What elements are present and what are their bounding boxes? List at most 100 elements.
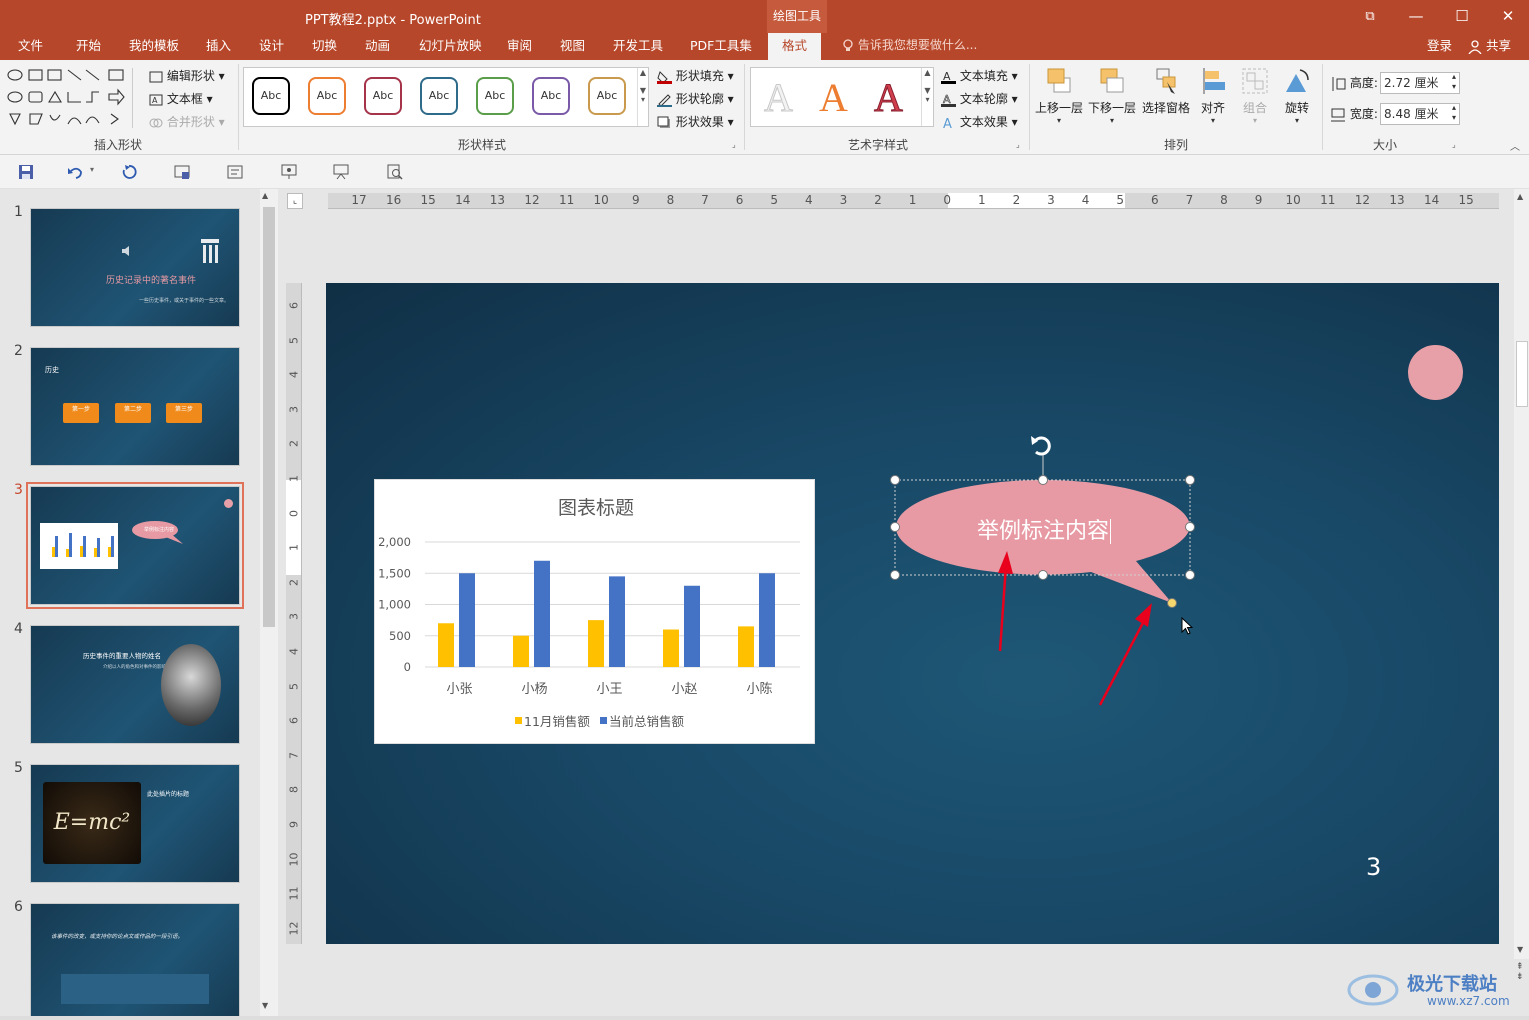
chart-bar (663, 629, 679, 667)
slide-thumbnail-6[interactable]: 该事件的改变，或支持你的论点文或作品的一段引语。 (30, 903, 240, 1020)
undo-icon[interactable] (67, 164, 83, 180)
resize-handle[interactable] (890, 570, 900, 580)
selection-pane-button[interactable]: 选择窗格 (1140, 66, 1192, 116)
rotate-button[interactable]: 旋转 ▾ (1278, 66, 1316, 125)
login-link[interactable]: 登录 (1427, 33, 1452, 60)
shape-outline-button[interactable]: 形状轮廓 ▾ (657, 90, 734, 107)
redo-icon[interactable] (121, 164, 137, 180)
scroll-down-icon[interactable]: ▼ (1517, 945, 1523, 954)
slide-thumbnail-4[interactable]: 历史事件的重要人物的姓名 介绍以人的角色和对事件的影响。 (30, 625, 240, 744)
shape-effects-button[interactable]: 形状效果 ▾ (657, 113, 734, 130)
red-arrow-icon (1098, 616, 1148, 706)
tab-insert[interactable]: 插入 (206, 33, 231, 60)
rotate-icon (1286, 69, 1309, 92)
callout-pointer-handle[interactable] (1167, 598, 1177, 608)
tab-format[interactable]: 格式 (768, 33, 822, 60)
ruler-tick-label: 2 (287, 440, 301, 448)
tab-slideshow[interactable]: 幻灯片放映 (419, 33, 482, 60)
slide-thumbnail-1[interactable]: 历史记录中的著名事件 一些历史事件，或关于事件的一些文章。 (30, 208, 240, 327)
slide-thumbnail-5[interactable]: E=mc² 此处插片的标题 (30, 764, 240, 883)
scroll-down-icon[interactable]: ▼ (262, 1001, 268, 1010)
scroll-up-icon[interactable]: ▲ (1517, 192, 1523, 201)
tab-review[interactable]: 审阅 (507, 33, 532, 60)
slide-canvas[interactable]: 图表标题 2,000 1,500 1,000 500 0 小张 小杨 小王 小赵 小陈 11月销售额 当… (326, 283, 1499, 944)
shape-gallery[interactable] (6, 67, 128, 127)
tab-developer[interactable]: 开发工具 (613, 33, 663, 60)
wordart-gallery-scroll[interactable]: ▲ ▼ ▾ (921, 68, 933, 126)
text-outline-button[interactable]: A 文本轮廓 ▾ (941, 90, 1018, 107)
svg-text:A: A (943, 117, 952, 130)
width-input[interactable]: 8.48 厘米 ▴ ▾ (1380, 103, 1460, 125)
height-input[interactable]: 2.72 厘米 ▴ ▾ (1380, 72, 1460, 94)
slideshow-start-icon[interactable] (281, 164, 297, 180)
shape-style-5[interactable]: Abc (476, 77, 514, 115)
dialog-launcher-icon[interactable]: ⌟ (732, 140, 736, 149)
tab-design[interactable]: 设计 (259, 33, 284, 60)
wordart-style-2[interactable]: A (819, 74, 848, 121)
textbox-quick-icon[interactable] (227, 164, 243, 180)
new-slide-icon[interactable] (174, 164, 190, 180)
collapse-ribbon-icon[interactable]: ︿ (1510, 138, 1520, 153)
save-icon[interactable] (18, 164, 34, 180)
resize-handle[interactable] (1185, 475, 1195, 485)
shape-style-7[interactable]: Abc (588, 77, 626, 115)
wordart-style-3[interactable]: A (874, 74, 904, 121)
horizontal-ruler: 17 16 15 14 13 12 11 10 9 8 7 6 5 4 3 2 1 0 1 2 3 4 5 6 7 8 9 10 11 1… (328, 193, 1499, 209)
scroll-up-icon[interactable]: ▲ (262, 191, 268, 200)
slide-thumbnail-2[interactable]: 历史 第一步 第二步 第三步 (30, 347, 240, 466)
ruler-tick-label: 3 (1047, 193, 1055, 207)
close-button[interactable]: ✕ (1485, 0, 1529, 33)
shape-gallery-scroll[interactable] (132, 68, 140, 128)
print-preview-icon[interactable] (387, 164, 403, 180)
resize-handle[interactable] (1038, 475, 1048, 485)
align-button[interactable]: 对齐 ▾ (1194, 66, 1232, 125)
dialog-launcher-icon[interactable]: ⌟ (1016, 140, 1020, 149)
tab-my-templates[interactable]: 我的模板 (129, 33, 179, 60)
maximize-button[interactable]: ☐ (1439, 0, 1485, 33)
tell-me-box[interactable]: 告诉我您想要做什么... (842, 33, 977, 60)
tab-pdf-tools[interactable]: PDF工具集 (690, 33, 752, 60)
resize-handle[interactable] (890, 522, 900, 532)
text-fill-button[interactable]: A 文本填充 ▾ (941, 67, 1018, 84)
resize-handle[interactable] (1185, 570, 1195, 580)
minimize-button[interactable]: — (1393, 0, 1439, 33)
edit-shape-button[interactable]: 编辑形状 ▾ (149, 67, 225, 84)
tab-view[interactable]: 视图 (560, 33, 585, 60)
callout-text[interactable]: 举例标注内容 (977, 513, 1112, 545)
share-button[interactable]: 共享 (1468, 33, 1511, 60)
text-effects-button[interactable]: A 文本效果 ▾ (941, 113, 1018, 132)
scrollbar-thumb[interactable] (263, 207, 275, 627)
chart-object[interactable]: 图表标题 2,000 1,500 1,000 500 0 小张 小杨 小王 小赵 小陈 11月销售额 当… (374, 479, 815, 744)
shape-fill-button[interactable]: 形状填充 ▾ (657, 67, 734, 84)
shape-style-3[interactable]: Abc (364, 77, 402, 115)
wordart-style-1[interactable]: A (764, 74, 794, 121)
slide-thumbnail-3[interactable]: 举例标注内容 (26, 482, 244, 609)
resize-handle[interactable] (890, 475, 900, 485)
tab-transitions[interactable]: 切换 (312, 33, 337, 60)
shape-style-2[interactable]: Abc (308, 77, 346, 115)
rotate-handle-icon[interactable] (1031, 436, 1051, 456)
resize-handle[interactable] (1185, 522, 1195, 532)
bring-forward-button[interactable]: 上移一层 ▾ (1034, 66, 1084, 125)
thumbnail-scrollbar[interactable]: ▲ ▼ (260, 189, 278, 1017)
undo-dropdown-icon[interactable]: ▾ (90, 165, 94, 174)
presenter-view-icon[interactable] (333, 164, 349, 180)
decorative-circle[interactable] (1408, 345, 1463, 400)
dialog-launcher-icon[interactable]: ⌟ (1452, 140, 1456, 149)
tab-stop-selector[interactable]: ⌞ (287, 193, 303, 209)
merge-shapes-button[interactable]: 合并形状 ▾ (149, 113, 225, 130)
tab-home[interactable]: 开始 (76, 33, 101, 60)
tab-file[interactable]: 文件 (18, 33, 43, 60)
scrollbar-thumb[interactable] (1516, 341, 1528, 407)
tab-animations[interactable]: 动画 (365, 33, 390, 60)
textbox-button[interactable]: A 文本框 ▾ (149, 90, 213, 107)
group-button[interactable]: 组合 ▾ (1236, 66, 1274, 125)
x-tick-label: 小杨 (521, 682, 547, 697)
editor-scrollbar[interactable]: ▲ ▼ (1514, 189, 1529, 959)
shape-style-scroll[interactable]: ▲ ▼ ▾ (637, 68, 648, 126)
shape-style-6[interactable]: Abc (532, 77, 570, 115)
shape-style-1[interactable]: Abc (252, 77, 290, 115)
send-backward-button[interactable]: 下移一层 ▾ (1086, 66, 1138, 125)
shape-style-4[interactable]: Abc (420, 77, 458, 115)
ribbon-display-button[interactable]: ⧉ (1347, 0, 1393, 33)
